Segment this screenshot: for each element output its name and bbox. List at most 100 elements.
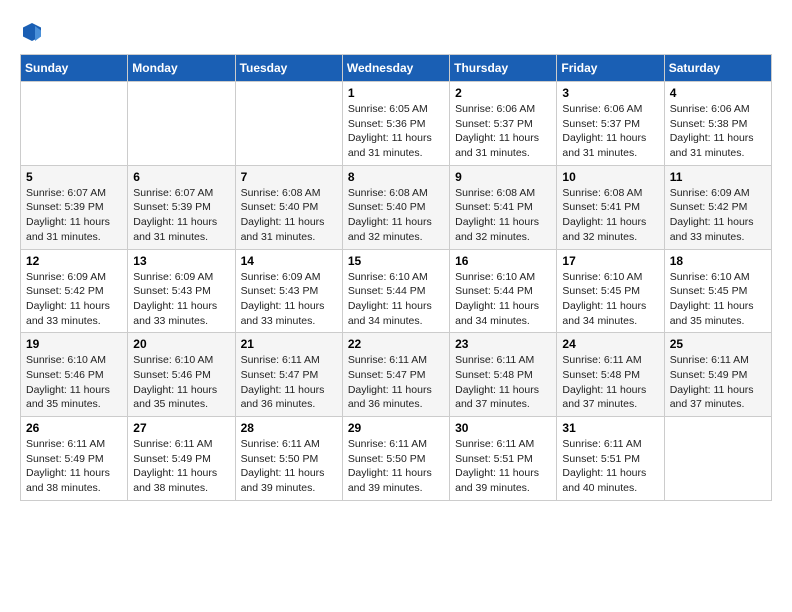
- day-number: 3: [562, 86, 658, 100]
- day-of-week-header: Thursday: [450, 55, 557, 82]
- day-info: Sunrise: 6:08 AMSunset: 5:41 PMDaylight:…: [562, 186, 658, 245]
- day-number: 15: [348, 254, 444, 268]
- day-info: Sunrise: 6:11 AMSunset: 5:47 PMDaylight:…: [348, 353, 444, 412]
- header-row: SundayMondayTuesdayWednesdayThursdayFrid…: [21, 55, 772, 82]
- calendar-day-cell: 6 Sunrise: 6:07 AMSunset: 5:39 PMDaylight…: [128, 165, 235, 249]
- page-header: [20, 20, 772, 44]
- day-of-week-header: Saturday: [664, 55, 771, 82]
- day-info: Sunrise: 6:11 AMSunset: 5:48 PMDaylight:…: [562, 353, 658, 412]
- day-info: Sunrise: 6:09 AMSunset: 5:42 PMDaylight:…: [670, 186, 766, 245]
- calendar-day-cell: 8Sunrise: 6:08 AMSunset: 5:40 PMDaylight…: [342, 165, 449, 249]
- calendar-day-cell: 14Sunrise: 6:09 AMSunset: 5:43 PMDayligh…: [235, 249, 342, 333]
- day-info: Sunrise: 6:10 AMSunset: 5:45 PMDaylight:…: [670, 270, 766, 329]
- calendar-week-row: 5 Sunrise: 6:07 AMSunset: 5:39 PMDaylight…: [21, 165, 772, 249]
- calendar-day-cell: 30 Sunrise: 6:11 AMSunset: 5:51 PMDayligh…: [450, 417, 557, 501]
- day-info: Sunrise: 6:05 AMSunset: 5:36 PMDaylight:…: [348, 102, 444, 161]
- calendar-day-cell: 10 Sunrise: 6:08 AMSunset: 5:41 PMDayligh…: [557, 165, 664, 249]
- calendar-day-cell: 11 Sunrise: 6:09 AMSunset: 5:42 PMDayligh…: [664, 165, 771, 249]
- calendar-day-cell: 21 Sunrise: 6:11 AMSunset: 5:47 PMDayligh…: [235, 333, 342, 417]
- day-info: Sunrise: 6:06 AMSunset: 5:38 PMDaylight:…: [670, 102, 766, 161]
- day-number: 23: [455, 337, 551, 351]
- day-info: Sunrise: 6:10 AMSunset: 5:44 PMDaylight:…: [348, 270, 444, 329]
- day-number: 12: [26, 254, 122, 268]
- day-info: Sunrise: 6:11 AMSunset: 5:51 PMDaylight:…: [562, 437, 658, 496]
- calendar-day-cell: 16Sunrise: 6:10 AMSunset: 5:44 PMDayligh…: [450, 249, 557, 333]
- day-of-week-header: Tuesday: [235, 55, 342, 82]
- calendar-day-cell: 12 Sunrise: 6:09 AMSunset: 5:42 PMDayligh…: [21, 249, 128, 333]
- day-info: Sunrise: 6:10 AMSunset: 5:46 PMDaylight:…: [133, 353, 229, 412]
- calendar-day-cell: 31 Sunrise: 6:11 AMSunset: 5:51 PMDayligh…: [557, 417, 664, 501]
- day-number: 25: [670, 337, 766, 351]
- calendar-day-cell: 23 Sunrise: 6:11 AMSunset: 5:48 PMDayligh…: [450, 333, 557, 417]
- logo: [20, 20, 48, 44]
- calendar-day-cell: 25 Sunrise: 6:11 AMSunset: 5:49 PMDayligh…: [664, 333, 771, 417]
- calendar-day-cell: [21, 82, 128, 166]
- calendar-day-cell: [128, 82, 235, 166]
- day-info: Sunrise: 6:11 AMSunset: 5:47 PMDaylight:…: [241, 353, 337, 412]
- day-number: 8: [348, 170, 444, 184]
- calendar-day-cell: [664, 417, 771, 501]
- day-number: 31: [562, 421, 658, 435]
- day-number: 20: [133, 337, 229, 351]
- day-info: Sunrise: 6:06 AMSunset: 5:37 PMDaylight:…: [455, 102, 551, 161]
- calendar-week-row: 26 Sunrise: 6:11 AMSunset: 5:49 PMDayligh…: [21, 417, 772, 501]
- day-info: Sunrise: 6:06 AMSunset: 5:37 PMDaylight:…: [562, 102, 658, 161]
- day-number: 11: [670, 170, 766, 184]
- day-number: 29: [348, 421, 444, 435]
- day-info: Sunrise: 6:08 AMSunset: 5:41 PMDaylight:…: [455, 186, 551, 245]
- day-number: 24: [562, 337, 658, 351]
- calendar-day-cell: 18Sunrise: 6:10 AMSunset: 5:45 PMDayligh…: [664, 249, 771, 333]
- day-info: Sunrise: 6:09 AMSunset: 5:43 PMDaylight:…: [133, 270, 229, 329]
- calendar-day-cell: 9 Sunrise: 6:08 AMSunset: 5:41 PMDaylight…: [450, 165, 557, 249]
- day-number: 6: [133, 170, 229, 184]
- day-of-week-header: Wednesday: [342, 55, 449, 82]
- day-number: 4: [670, 86, 766, 100]
- calendar-day-cell: 3 Sunrise: 6:06 AMSunset: 5:37 PMDaylight…: [557, 82, 664, 166]
- day-number: 10: [562, 170, 658, 184]
- day-number: 14: [241, 254, 337, 268]
- day-number: 19: [26, 337, 122, 351]
- day-info: Sunrise: 6:09 AMSunset: 5:42 PMDaylight:…: [26, 270, 122, 329]
- day-info: Sunrise: 6:11 AMSunset: 5:50 PMDaylight:…: [348, 437, 444, 496]
- day-info: Sunrise: 6:07 AMSunset: 5:39 PMDaylight:…: [26, 186, 122, 245]
- calendar-day-cell: 4 Sunrise: 6:06 AMSunset: 5:38 PMDaylight…: [664, 82, 771, 166]
- calendar-day-cell: 1Sunrise: 6:05 AMSunset: 5:36 PMDaylight…: [342, 82, 449, 166]
- day-number: 30: [455, 421, 551, 435]
- day-of-week-header: Monday: [128, 55, 235, 82]
- calendar-day-cell: 13Sunrise: 6:09 AMSunset: 5:43 PMDayligh…: [128, 249, 235, 333]
- day-info: Sunrise: 6:11 AMSunset: 5:48 PMDaylight:…: [455, 353, 551, 412]
- day-info: Sunrise: 6:11 AMSunset: 5:50 PMDaylight:…: [241, 437, 337, 496]
- day-number: 22: [348, 337, 444, 351]
- day-of-week-header: Friday: [557, 55, 664, 82]
- day-number: 21: [241, 337, 337, 351]
- day-info: Sunrise: 6:11 AMSunset: 5:49 PMDaylight:…: [133, 437, 229, 496]
- calendar-day-cell: 27 Sunrise: 6:11 AMSunset: 5:49 PMDayligh…: [128, 417, 235, 501]
- calendar-day-cell: 17Sunrise: 6:10 AMSunset: 5:45 PMDayligh…: [557, 249, 664, 333]
- calendar-week-row: 19 Sunrise: 6:10 AMSunset: 5:46 PMDayligh…: [21, 333, 772, 417]
- calendar-day-cell: [235, 82, 342, 166]
- day-info: Sunrise: 6:10 AMSunset: 5:46 PMDaylight:…: [26, 353, 122, 412]
- day-info: Sunrise: 6:07 AMSunset: 5:39 PMDaylight:…: [133, 186, 229, 245]
- calendar-day-cell: 29 Sunrise: 6:11 AMSunset: 5:50 PMDayligh…: [342, 417, 449, 501]
- day-info: Sunrise: 6:11 AMSunset: 5:51 PMDaylight:…: [455, 437, 551, 496]
- day-of-week-header: Sunday: [21, 55, 128, 82]
- day-info: Sunrise: 6:11 AMSunset: 5:49 PMDaylight:…: [26, 437, 122, 496]
- calendar-day-cell: 15 Sunrise: 6:10 AMSunset: 5:44 PMDayligh…: [342, 249, 449, 333]
- day-info: Sunrise: 6:11 AMSunset: 5:49 PMDaylight:…: [670, 353, 766, 412]
- calendar-day-cell: 5 Sunrise: 6:07 AMSunset: 5:39 PMDaylight…: [21, 165, 128, 249]
- day-number: 7: [241, 170, 337, 184]
- calendar-header: SundayMondayTuesdayWednesdayThursdayFrid…: [21, 55, 772, 82]
- calendar-day-cell: 26 Sunrise: 6:11 AMSunset: 5:49 PMDayligh…: [21, 417, 128, 501]
- general-blue-logo-icon: [20, 20, 44, 44]
- calendar-day-cell: 20 Sunrise: 6:10 AMSunset: 5:46 PMDayligh…: [128, 333, 235, 417]
- day-number: 9: [455, 170, 551, 184]
- calendar-day-cell: 19 Sunrise: 6:10 AMSunset: 5:46 PMDayligh…: [21, 333, 128, 417]
- day-info: Sunrise: 6:10 AMSunset: 5:44 PMDaylight:…: [455, 270, 551, 329]
- calendar-week-row: 1Sunrise: 6:05 AMSunset: 5:36 PMDaylight…: [21, 82, 772, 166]
- day-info: Sunrise: 6:08 AMSunset: 5:40 PMDaylight:…: [241, 186, 337, 245]
- calendar-day-cell: 7 Sunrise: 6:08 AMSunset: 5:40 PMDaylight…: [235, 165, 342, 249]
- day-number: 5: [26, 170, 122, 184]
- calendar-day-cell: 28Sunrise: 6:11 AMSunset: 5:50 PMDayligh…: [235, 417, 342, 501]
- day-number: 27: [133, 421, 229, 435]
- day-number: 26: [26, 421, 122, 435]
